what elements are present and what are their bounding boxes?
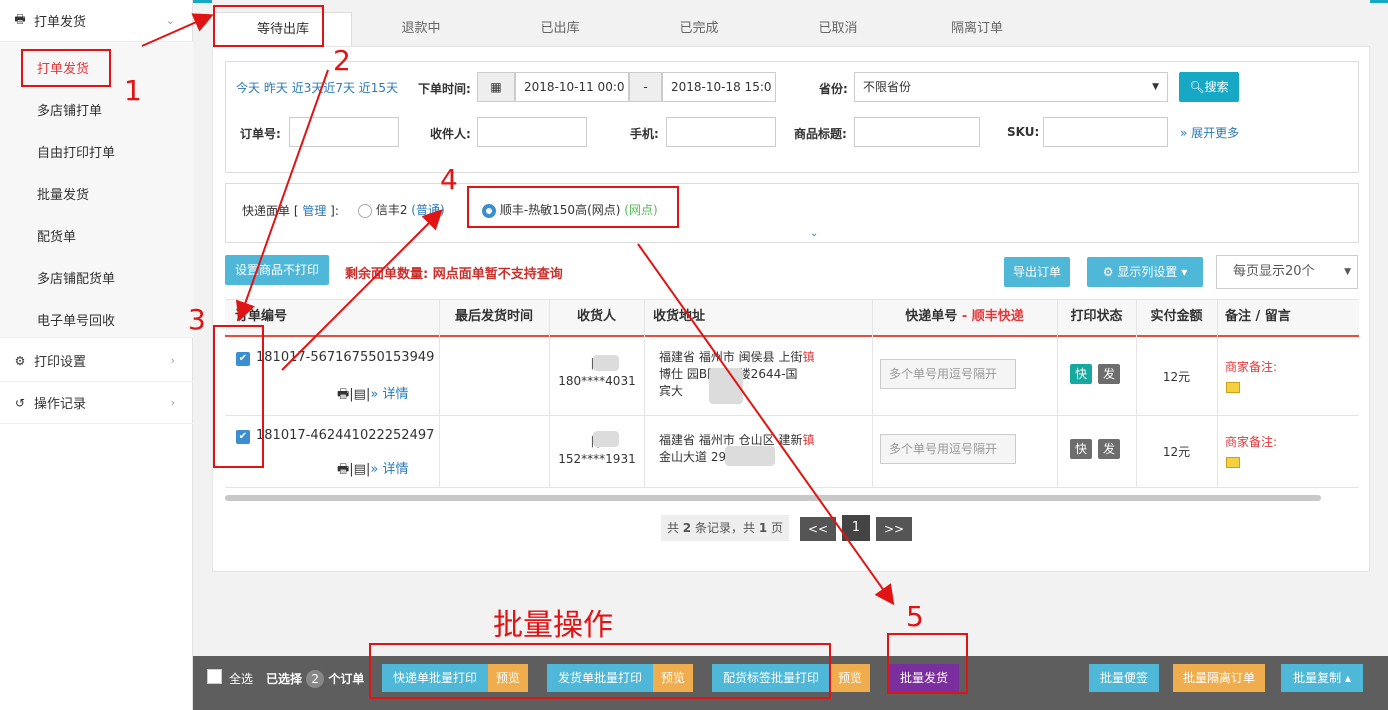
arrow-4-to-5: [637, 243, 895, 606]
arrow-1-to-2: [141, 13, 214, 47]
arrow-2-to-3: [235, 69, 329, 322]
annotation-arrows: [141, 13, 895, 606]
arrow-3-to-4: [281, 209, 443, 371]
